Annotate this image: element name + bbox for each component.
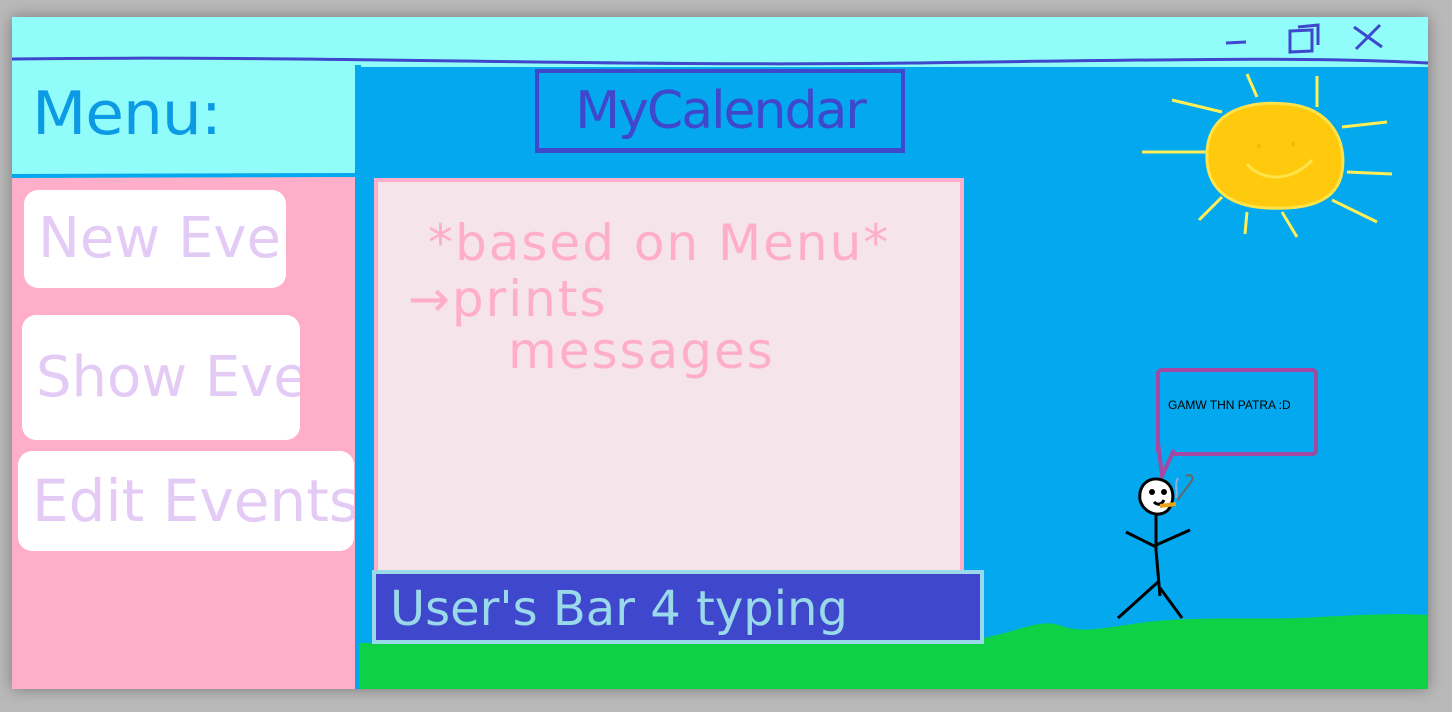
user-input-bar[interactable] — [372, 570, 984, 644]
message-line: *based on Menu* — [428, 214, 891, 272]
show-events-button[interactable]: Show Events — [22, 315, 300, 440]
app-title-box: MyCalendar — [535, 69, 905, 153]
maximize-icon[interactable] — [1284, 21, 1324, 55]
app-title: MyCalendar — [575, 80, 866, 141]
close-icon[interactable] — [1348, 21, 1388, 55]
menu-header-underline — [12, 173, 359, 178]
message-output-area: *based on Menu* →prints messages — [374, 178, 964, 578]
window-controls — [1220, 21, 1388, 55]
stick-figure-icon — [1116, 474, 1194, 620]
sun-icon — [1142, 73, 1393, 238]
new-event-button[interactable]: New Event — [24, 190, 286, 288]
menu-title: Menu: — [32, 79, 222, 149]
message-line: →prints — [408, 270, 608, 328]
menu-divider — [355, 65, 361, 689]
message-line: messages — [508, 322, 775, 380]
minimize-icon[interactable] — [1220, 21, 1260, 55]
speech-bubble-text: GAMW THN PATRA :D — [1168, 398, 1291, 412]
edit-events-button[interactable]: Edit Events — [18, 451, 354, 551]
app-window: Menu: New Event Show Events Edit Events … — [12, 17, 1428, 689]
